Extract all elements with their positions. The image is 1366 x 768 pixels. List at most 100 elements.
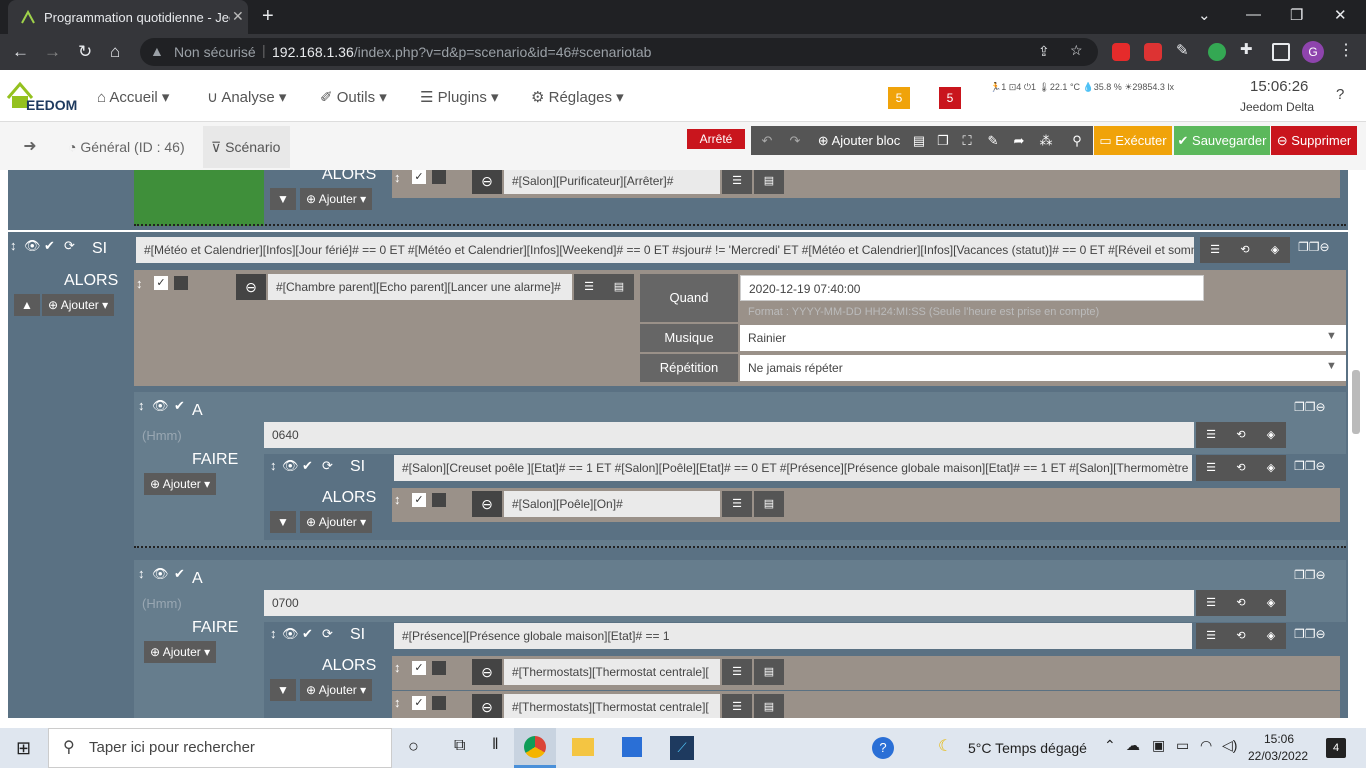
- command-picker-icon[interactable]: ▤: [604, 274, 634, 300]
- drag-handle-icon[interactable]: ↕: [270, 458, 277, 473]
- weather-text[interactable]: 5°C Temps dégagé: [968, 740, 1087, 756]
- cortana-circle-icon[interactable]: ○: [408, 736, 419, 757]
- eye-icon[interactable]: 👁: [152, 566, 169, 582]
- menu-plugins[interactable]: ☰ Plugins ▾: [420, 88, 499, 106]
- new-tab-button[interactable]: +: [262, 5, 274, 28]
- remove-action-icon[interactable]: ⊖: [236, 274, 266, 300]
- enable-checkbox[interactable]: ✓: [412, 661, 426, 675]
- command-picker-icon[interactable]: ▤: [754, 491, 784, 517]
- history-icon[interactable]: ⟲: [1226, 422, 1256, 448]
- device-icon[interactable]: ▣: [1152, 737, 1165, 754]
- jeedom-logo[interactable]: EEDOM: [6, 78, 78, 112]
- history-icon[interactable]: ⟲: [1226, 623, 1256, 649]
- parallel-checkbox[interactable]: [432, 170, 446, 184]
- volume-icon[interactable]: ◁): [1222, 737, 1237, 754]
- copy-block-icon[interactable]: ❐❐⊖: [1294, 568, 1326, 582]
- undo-icon[interactable]: ↶: [755, 126, 779, 155]
- time-field[interactable]: 0640: [264, 422, 1194, 448]
- tab-search-chevron-icon[interactable]: ⌄: [1198, 6, 1211, 24]
- refresh-icon[interactable]: ⟳: [322, 458, 333, 474]
- history-icon[interactable]: ⟲: [1230, 237, 1260, 263]
- message-badge[interactable]: 5: [888, 87, 910, 109]
- command-picker-icon[interactable]: ▤: [754, 170, 784, 194]
- collapse-up-icon[interactable]: ▲: [14, 294, 40, 316]
- tab-scenario[interactable]: ⊽ Scénario: [203, 126, 290, 168]
- store-icon[interactable]: [622, 737, 642, 757]
- copy-block-icon[interactable]: ❐❐⊖: [1294, 400, 1326, 414]
- command-picker-icon[interactable]: ▤: [754, 659, 784, 685]
- eye-icon[interactable]: 👁: [282, 626, 299, 642]
- wifi-icon[interactable]: ◠: [1200, 737, 1212, 754]
- musique-select[interactable]: Rainier: [740, 325, 1346, 351]
- action-field[interactable]: #[Salon][Purificateur][Arrêter]#: [504, 170, 720, 194]
- copy-block-icon[interactable]: ❐❐⊖: [1294, 459, 1326, 473]
- add-dropdown[interactable]: ⊕ Ajouter ▾: [144, 473, 217, 495]
- list-options-icon[interactable]: ☰: [1196, 422, 1226, 448]
- refresh-icon[interactable]: ⟳: [322, 626, 333, 642]
- help-icon[interactable]: ?: [1336, 86, 1344, 103]
- forward-arrow-icon[interactable]: →: [44, 42, 61, 62]
- log-icon[interactable]: ▤: [909, 126, 929, 155]
- parallel-checkbox[interactable]: [432, 661, 446, 675]
- chevron-down-icon[interactable]: ▼: [1326, 360, 1337, 372]
- menu-outils[interactable]: ✐ Outils ▾: [320, 88, 387, 106]
- list-options-icon[interactable]: ☰: [722, 694, 752, 718]
- eye-icon[interactable]: 👁: [282, 458, 299, 474]
- tray-date[interactable]: 22/03/2022: [1248, 749, 1308, 763]
- delete-button[interactable]: ⊖ Supprimer: [1271, 126, 1357, 155]
- scrollbar-thumb[interactable]: [1352, 370, 1360, 434]
- check-icon[interactable]: ✔: [174, 566, 185, 582]
- sensor-summary[interactable]: 🏃1 ⊡4 ⏻1 🌡22.1 °C 💧35.8 % ☀29854.3 lx: [990, 82, 1174, 93]
- windows-start-icon[interactable]: ⊞: [16, 738, 31, 759]
- back-circle-icon[interactable]: ➜: [10, 132, 50, 162]
- remove-action-icon[interactable]: ⊖: [472, 659, 502, 685]
- collapse-down-icon[interactable]: ▼: [270, 679, 296, 701]
- add-dropdown[interactable]: ⊕ Ajouter ▾: [300, 679, 373, 701]
- help-app-icon[interactable]: ?: [872, 737, 894, 759]
- sidepanel-icon[interactable]: [1272, 43, 1290, 61]
- enable-checkbox[interactable]: ✓: [412, 170, 426, 184]
- add-dropdown[interactable]: ⊕ Ajouter ▾: [300, 511, 373, 533]
- parallel-checkbox[interactable]: [432, 696, 446, 710]
- condition-field[interactable]: #[Salon][Creuset poêle ][Etat]# == 1 ET …: [394, 455, 1192, 481]
- enable-checkbox[interactable]: ✓: [412, 696, 426, 710]
- copy-block-icon[interactable]: ❐❐⊖: [1294, 627, 1326, 641]
- cube-icon[interactable]: ◈: [1256, 590, 1286, 616]
- chrome-taskbar-button[interactable]: [514, 728, 556, 768]
- enable-checkbox[interactable]: ✓: [154, 276, 168, 290]
- add-dropdown[interactable]: ⊕ Ajouter ▾: [42, 294, 115, 316]
- ext-pen-icon[interactable]: ✎: [1176, 41, 1194, 59]
- repetition-select[interactable]: Ne jamais répéter: [740, 355, 1346, 381]
- action-field[interactable]: #[Chambre parent][Echo parent][Lancer un…: [268, 274, 572, 300]
- check-icon[interactable]: ✔: [44, 238, 55, 254]
- cube-icon[interactable]: ◈: [1256, 623, 1286, 649]
- app-icon[interactable]: ⟋: [670, 736, 694, 760]
- drag-handle-icon[interactable]: ↕: [394, 660, 401, 675]
- drag-handle-icon[interactable]: ↕: [394, 695, 401, 710]
- tab-general[interactable]: ◔ Général (ID : 46): [58, 126, 195, 168]
- list-options-icon[interactable]: ☰: [722, 659, 752, 685]
- battery-icon[interactable]: ▭: [1176, 737, 1189, 754]
- drag-handle-icon[interactable]: ↕: [10, 238, 17, 253]
- action-field[interactable]: #[Salon][Poêle][On]#: [504, 491, 720, 517]
- history-icon[interactable]: ⟲: [1226, 590, 1256, 616]
- file-explorer-icon[interactable]: [572, 738, 594, 756]
- command-picker-icon[interactable]: ▤: [754, 694, 784, 718]
- condition-field[interactable]: #[Météo et Calendrier][Infos][Jour férié…: [136, 237, 1194, 263]
- action-field[interactable]: #[Thermostats][Thermostat centrale][: [504, 694, 720, 718]
- window-close-icon[interactable]: ✕: [1334, 6, 1347, 24]
- drag-handle-icon[interactable]: ↕: [394, 170, 401, 185]
- enable-checkbox[interactable]: ✓: [412, 493, 426, 507]
- drag-handle-icon[interactable]: ↕: [138, 566, 145, 581]
- add-dropdown[interactable]: ⊕ Ajouter ▾: [144, 641, 217, 663]
- list-options-icon[interactable]: ☰: [1196, 590, 1226, 616]
- remove-action-icon[interactable]: ⊖: [472, 491, 502, 517]
- time-field[interactable]: 0700: [264, 590, 1194, 616]
- drag-handle-icon[interactable]: ↕: [270, 626, 277, 641]
- list-options-icon[interactable]: ☰: [1200, 237, 1230, 263]
- execute-button[interactable]: ▭ Exécuter: [1094, 126, 1172, 155]
- list-options-icon[interactable]: ☰: [1196, 623, 1226, 649]
- tab-close-icon[interactable]: ✕: [232, 8, 244, 25]
- drag-handle-icon[interactable]: ↕: [394, 492, 401, 507]
- share-icon[interactable]: ⇪: [1038, 43, 1050, 60]
